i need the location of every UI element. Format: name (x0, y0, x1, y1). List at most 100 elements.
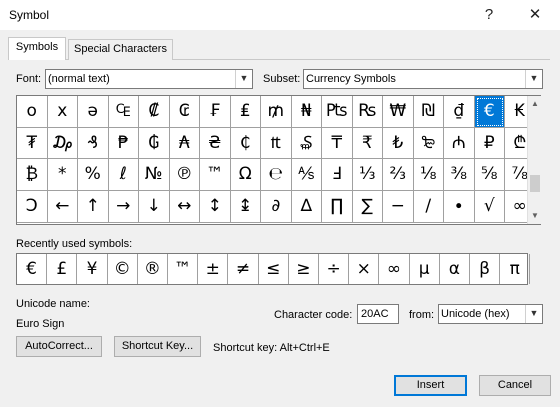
symbol-cell[interactable]: ℓ (108, 159, 139, 192)
symbol-cell[interactable]: ₢ (169, 96, 200, 128)
symbol-cell[interactable]: ₼ (444, 127, 475, 160)
symbol-cell[interactable]: ₩ (383, 96, 414, 128)
recent-symbol-cell[interactable]: ≥ (289, 254, 319, 284)
recent-symbol-cell[interactable]: € (17, 254, 48, 284)
recent-symbol-cell[interactable]: π (500, 254, 531, 284)
recent-symbol-cell[interactable]: ≤ (259, 254, 289, 284)
symbol-cell[interactable]: ₴ (200, 127, 231, 160)
symbol-cell[interactable]: ə (78, 96, 109, 128)
symbol-cell[interactable]: ₶ (261, 127, 292, 160)
shortcut-key-button[interactable]: Shortcut Key... (114, 336, 201, 357)
symbol-cell[interactable]: х (47, 96, 78, 128)
symbol-cell[interactable]: → (108, 191, 139, 223)
symbol-cell[interactable]: ₥ (261, 96, 292, 128)
symbol-cell[interactable]: ↑ (78, 191, 109, 223)
symbol-cell[interactable]: ↓ (139, 191, 170, 223)
symbol-cell[interactable]: ₡ (139, 96, 170, 128)
recent-symbol-cell[interactable]: µ (410, 254, 440, 284)
tab-special-characters[interactable]: Special Characters (68, 39, 173, 60)
scroll-up-icon[interactable]: ▲ (528, 97, 542, 111)
close-button[interactable]: ✕ (520, 3, 550, 27)
symbol-cell[interactable]: ₰ (78, 127, 109, 160)
symbol-grid[interactable]: ο х ə ₠ ₡ ₢ ₣ ₤ ₥ ₦ ₧ ₨ ₩ ₪ ₫ € ₭ ₮ ₯ ₰ ₱ ₲ ₳ ₴ ₵ ₶ ₷ ₸ ₹ ₺ ₻ ₼ ₽ ₾ ₿ *% ℓ № ℗… (16, 95, 541, 225)
insert-button[interactable]: Insert (394, 375, 467, 396)
autocorrect-button[interactable]: AutoCorrect... (16, 336, 102, 357)
symbol-grid-scrollbar[interactable]: ▲ ▼ (527, 96, 541, 224)
symbol-cell[interactable]: ₸ (322, 127, 353, 160)
symbol-cell[interactable]: ∆ (291, 191, 322, 223)
recent-symbol-cell[interactable]: ® (138, 254, 168, 284)
help-button[interactable]: ? (474, 3, 504, 27)
symbol-cell[interactable]: ο (17, 96, 48, 128)
recent-symbols-strip[interactable]: € £ ¥ © ® ™ ± ≠ ≤ ≥ ÷ × ∞ µ α β π (16, 253, 531, 285)
symbol-cell[interactable]: ₹ (352, 127, 383, 160)
subset-dropdown[interactable]: Currency Symbols ▼ (303, 69, 543, 89)
recent-symbol-cell[interactable]: ÷ (319, 254, 350, 284)
symbol-cell[interactable]: ₧ (322, 96, 353, 128)
recent-symbol-cell[interactable]: × (349, 254, 380, 284)
symbol-cell[interactable]: ∏ (322, 191, 353, 223)
symbol-cell[interactable]: € (474, 96, 505, 128)
symbol-cell[interactable]: ₺ (383, 127, 414, 160)
symbol-cell[interactable]: ℗ (169, 159, 200, 192)
recent-symbol-cell[interactable]: ≠ (228, 254, 259, 284)
symbol-cell[interactable]: − (383, 191, 414, 223)
symbol-cell[interactable]: ∑ (352, 191, 383, 223)
symbol-cell[interactable]: ↕ (200, 191, 231, 223)
symbol-cell[interactable]: № (139, 159, 170, 192)
symbol-cell[interactable]: * (47, 159, 78, 192)
font-dropdown[interactable]: (normal text) ▼ (45, 69, 253, 89)
symbol-cell[interactable]: ⅔ (383, 159, 414, 192)
symbol-cell[interactable]: ↔ (169, 191, 200, 223)
symbol-cell[interactable]: ∕ (413, 191, 444, 223)
symbol-cell[interactable]: ₻ (413, 127, 444, 160)
symbol-cell[interactable]: ₳ (169, 127, 200, 160)
scroll-down-icon[interactable]: ▼ (528, 209, 542, 223)
unicode-name-value: Euro Sign (16, 318, 65, 330)
symbol-cell[interactable]: ₨ (352, 96, 383, 128)
symbol-cell[interactable]: ₷ (291, 127, 322, 160)
from-dropdown[interactable]: Unicode (hex) ▼ (438, 304, 543, 324)
symbol-cell[interactable]: ₦ (291, 96, 322, 128)
symbol-cell[interactable]: Ↄ (17, 191, 48, 223)
symbol-cell[interactable]: ₿ (17, 159, 48, 192)
scrollbar-thumb[interactable] (530, 175, 540, 192)
recent-symbol-cell[interactable]: β (470, 254, 501, 284)
symbol-cell[interactable]: ∙ (444, 191, 475, 223)
symbol-cell[interactable]: Ω (230, 159, 261, 192)
symbol-cell[interactable]: ℮ (261, 159, 292, 192)
recent-symbol-cell[interactable]: ± (198, 254, 229, 284)
symbol-cell[interactable]: ↨ (230, 191, 261, 223)
symbol-cell[interactable]: ← (47, 191, 78, 223)
symbol-cell[interactable]: ₠ (108, 96, 139, 128)
symbol-cell[interactable]: ∂ (261, 191, 292, 223)
symbol-cell[interactable]: ™ (200, 159, 231, 192)
symbol-cell[interactable]: ₵ (230, 127, 261, 160)
recent-symbol-cell[interactable]: ¥ (77, 254, 108, 284)
symbol-cell[interactable]: ⅛ (413, 159, 444, 192)
symbol-cell[interactable]: √ (474, 191, 505, 223)
symbol-cell[interactable]: ₲ (139, 127, 170, 160)
cancel-button[interactable]: Cancel (479, 375, 551, 396)
symbol-cell[interactable]: ⅓ (352, 159, 383, 192)
symbol-cell[interactable]: ⅜ (444, 159, 475, 192)
tab-symbols[interactable]: Symbols (8, 37, 66, 60)
symbol-cell[interactable]: % (78, 159, 109, 192)
symbol-cell[interactable]: ₣ (200, 96, 231, 128)
symbol-cell[interactable]: Ⅎ (322, 159, 353, 192)
symbol-cell[interactable]: ₪ (413, 96, 444, 128)
recent-symbol-cell[interactable]: α (440, 254, 470, 284)
recent-symbol-cell[interactable]: ∞ (379, 254, 410, 284)
symbol-cell[interactable]: ⅝ (474, 159, 505, 192)
recent-symbol-cell[interactable]: © (108, 254, 138, 284)
symbol-cell[interactable]: ₯ (47, 127, 78, 160)
symbol-cell[interactable]: ₫ (444, 96, 475, 128)
recent-symbol-cell[interactable]: £ (47, 254, 78, 284)
symbol-cell[interactable]: ₱ (108, 127, 139, 160)
character-code-input[interactable]: 20AC (357, 304, 399, 324)
symbol-cell[interactable]: ⅍ (291, 159, 322, 192)
symbol-cell[interactable]: ₤ (230, 96, 261, 128)
symbol-cell[interactable]: ₽ (474, 127, 505, 160)
recent-symbol-cell[interactable]: ™ (168, 254, 199, 284)
symbol-cell[interactable]: ₮ (17, 127, 48, 160)
